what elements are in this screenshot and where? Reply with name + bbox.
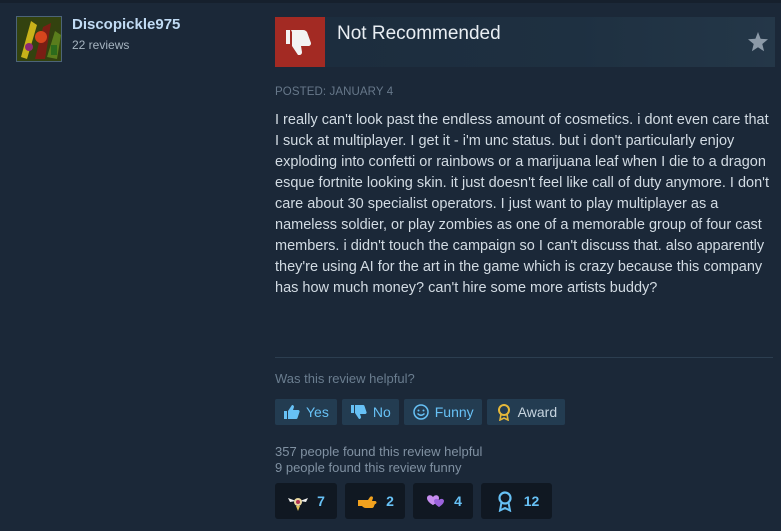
review-verdict: Not Recommended	[275, 17, 775, 67]
vote-buttons: Yes No Funny Award	[275, 399, 566, 425]
award-chip[interactable]: 2	[345, 483, 405, 519]
award-count: 4	[454, 493, 462, 509]
funny-count: 9 people found this review funny	[275, 459, 462, 475]
award-ribbon-icon	[497, 404, 510, 421]
thumbs-up-icon	[284, 405, 300, 419]
award-chip[interactable]: 7	[275, 483, 337, 519]
divider	[275, 357, 773, 358]
author-name[interactable]: Discopickle975	[72, 16, 180, 33]
heart-award-icon	[427, 495, 445, 507]
award-button[interactable]: Award	[486, 399, 566, 425]
review-stats: 357 people found this review helpful 9 p…	[275, 444, 482, 475]
author-review-count[interactable]: 22 reviews	[72, 38, 129, 52]
award-count: 2	[386, 493, 394, 509]
award-label: Award	[517, 404, 558, 420]
avatar[interactable]	[16, 16, 62, 62]
avatar-image	[17, 17, 61, 61]
hand-award-icon	[358, 496, 377, 508]
helpful-count: 357 people found this review helpful	[275, 444, 483, 459]
thumbs-down-icon	[350, 405, 367, 419]
helpful-question: Was this review helpful?	[275, 371, 415, 386]
thumbs-down-icon	[275, 17, 325, 67]
verdict-label: Not Recommended	[337, 23, 501, 44]
vote-funny-label: Funny	[434, 404, 474, 420]
winged-award-icon	[288, 498, 309, 511]
vote-yes-button[interactable]: Yes	[275, 399, 337, 425]
vote-yes-label: Yes	[306, 404, 329, 420]
vote-no-label: No	[372, 404, 391, 420]
star-icon[interactable]	[747, 31, 769, 53]
posted-date: POSTED: JANUARY 4	[275, 86, 394, 98]
award-count: 12	[523, 493, 540, 509]
award-count: 7	[317, 493, 325, 509]
awards-row: 7 2 4 12	[275, 483, 552, 519]
review-author: Discopickle975 22 reviews	[16, 14, 256, 64]
smiley-icon	[413, 404, 429, 420]
vote-no-button[interactable]: No	[341, 399, 399, 425]
award-chip[interactable]: 4	[413, 483, 473, 519]
vote-funny-button[interactable]: Funny	[403, 399, 482, 425]
ribbon-award-icon	[498, 491, 512, 512]
top-divider	[0, 0, 781, 3]
review-text: I really can't look past the endless amo…	[275, 112, 769, 296]
award-chip[interactable]: 12	[481, 483, 552, 519]
